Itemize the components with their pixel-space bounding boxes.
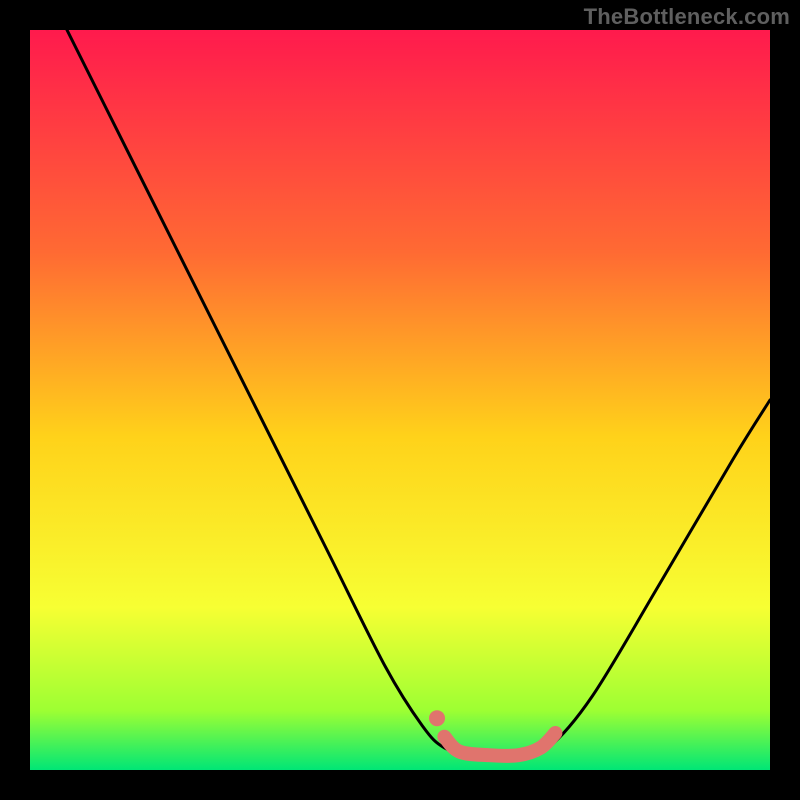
chart-frame: TheBottleneck.com bbox=[0, 0, 800, 800]
watermark-text: TheBottleneck.com bbox=[584, 4, 790, 30]
bottleneck-chart bbox=[30, 30, 770, 770]
gradient-background bbox=[30, 30, 770, 770]
optimal-point-marker bbox=[429, 710, 445, 726]
plot-area bbox=[30, 30, 770, 770]
